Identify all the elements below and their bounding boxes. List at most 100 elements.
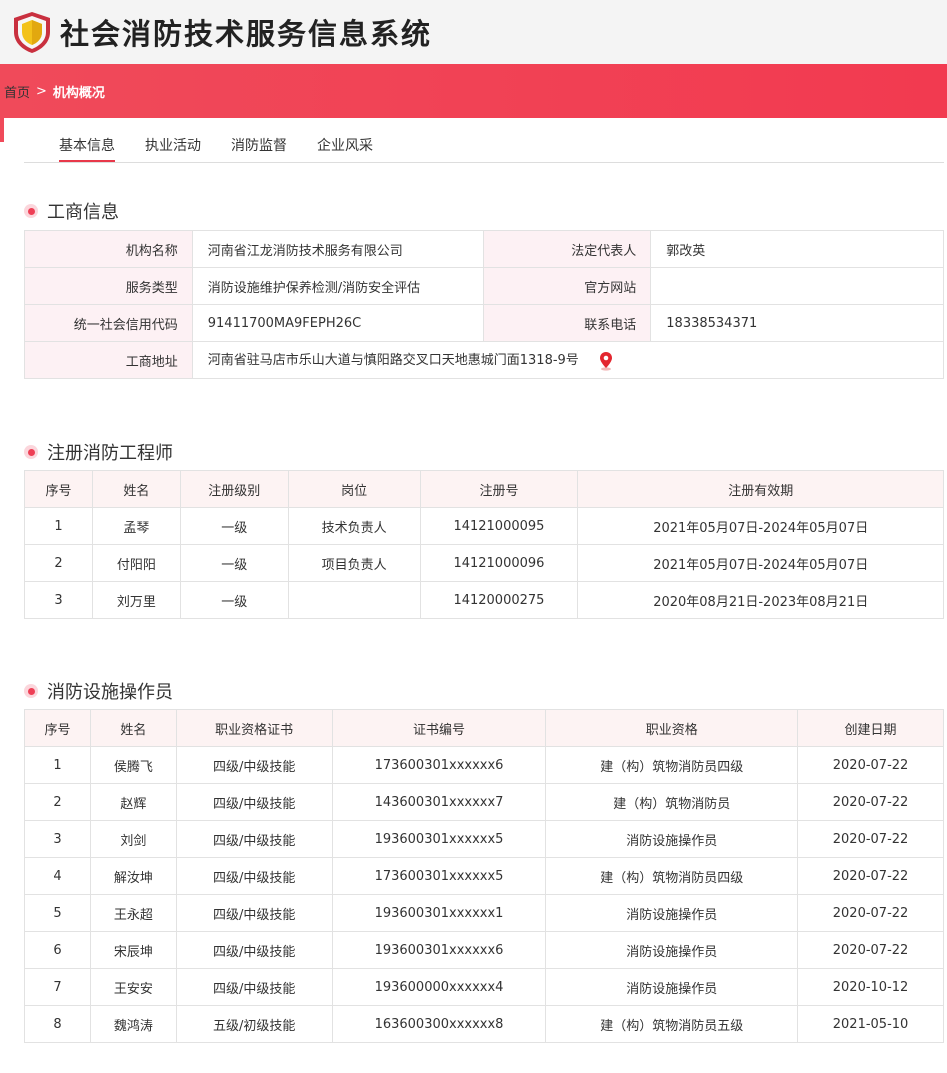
tab-practice-activities[interactable]: 执业活动 xyxy=(145,135,201,162)
website-value[interactable] xyxy=(650,267,944,305)
table-cell: 2020-07-22 xyxy=(797,783,944,821)
breadcrumb-separator: > xyxy=(36,83,47,99)
operators-table: 序号 姓名 职业资格证书 证书编号 职业资格 创建日期 1 侯腾飞 四级/中级技… xyxy=(24,709,944,1043)
table-cell: 侯腾飞 xyxy=(89,746,177,784)
table-row: 3 刘剑 四级/中级技能 193600301xxxxxx5 消防设施操作员 20… xyxy=(24,820,944,858)
table-cell: 2020-07-22 xyxy=(797,894,944,932)
column-header: 创建日期 xyxy=(797,709,944,747)
table-cell: 王永超 xyxy=(89,894,177,932)
table-cell: 消防设施操作员 xyxy=(545,894,799,932)
credit-code-label: 统一社会信用代码 xyxy=(24,304,193,342)
table-cell: 4 xyxy=(24,857,91,895)
dot-bullet-icon xyxy=(24,204,38,218)
engineers-table: 序号 姓名 注册级别 岗位 注册号 注册有效期 1 孟琴 一级 技术负责人 14… xyxy=(24,470,944,619)
table-row: 2 赵辉 四级/中级技能 143600301xxxxxx7 建（构）筑物消防员 … xyxy=(24,783,944,821)
table-cell: 一级 xyxy=(179,544,289,582)
tab-bar: 基本信息 执业活动 消防监督 企业风采 xyxy=(24,135,944,163)
table-cell: 1 xyxy=(24,507,93,545)
table-cell: 刘剑 xyxy=(89,820,177,858)
table-cell: 193600301xxxxxx6 xyxy=(331,931,547,969)
legal-rep-value: 郭改英 xyxy=(650,230,944,268)
table-cell: 一级 xyxy=(179,507,289,545)
table-cell: 建（构）筑物消防员 xyxy=(545,783,799,821)
table-cell: 163600300xxxxxx8 xyxy=(331,1005,547,1043)
breadcrumb-home-link[interactable]: 首页 xyxy=(4,82,30,101)
table-cell: 四级/中级技能 xyxy=(175,968,333,1006)
section-title: 消防设施操作员 xyxy=(47,682,173,703)
table-cell: 173600301xxxxxx6 xyxy=(331,746,547,784)
table-row: 6 宋辰坤 四级/中级技能 193600301xxxxxx6 消防设施操作员 2… xyxy=(24,931,944,969)
table-cell: 7 xyxy=(24,968,91,1006)
table-cell: 一级 xyxy=(179,581,289,619)
table-cell: 消防设施操作员 xyxy=(545,968,799,1006)
table-cell: 3 xyxy=(24,820,91,858)
credit-code-value: 91411700MA9FEPH26C xyxy=(191,304,484,342)
org-name-label: 机构名称 xyxy=(24,230,193,268)
top-header: 社会消防技术服务信息系统 xyxy=(0,0,947,64)
section-business-info: 工商信息 xyxy=(24,198,119,224)
table-cell: 2 xyxy=(24,783,91,821)
table-cell: 3 xyxy=(24,581,93,619)
table-cell: 14121000095 xyxy=(419,507,579,545)
table-cell: 193600301xxxxxx1 xyxy=(331,894,547,932)
dot-bullet-icon xyxy=(24,684,38,698)
table-row: 3 刘万里 一级 14120000275 2020年08月21日-2023年08… xyxy=(24,581,944,619)
column-header: 姓名 xyxy=(91,470,181,508)
tab-fire-supervision[interactable]: 消防监督 xyxy=(231,135,287,162)
column-header: 职业资格 xyxy=(545,709,799,747)
table-cell: 14120000275 xyxy=(419,581,579,619)
table-cell: 技术负责人 xyxy=(287,507,421,545)
table-cell: 2020-10-12 xyxy=(797,968,944,1006)
section-title: 注册消防工程师 xyxy=(47,443,173,464)
column-header: 职业资格证书 xyxy=(175,709,333,747)
table-cell: 1 xyxy=(24,746,91,784)
business-info-table: 机构名称 河南省江龙消防技术服务有限公司 法定代表人 郭改英 服务类型 消防设施… xyxy=(24,230,945,379)
table-cell: 孟琴 xyxy=(91,507,181,545)
address-label: 工商地址 xyxy=(24,341,193,379)
table-cell: 8 xyxy=(24,1005,91,1043)
table-cell: 143600301xxxxxx7 xyxy=(331,783,547,821)
phone-value: 18338534371 xyxy=(650,304,944,342)
table-cell: 宋辰坤 xyxy=(89,931,177,969)
table-cell: 14121000096 xyxy=(419,544,579,582)
table-cell xyxy=(287,581,421,619)
section-operators: 消防设施操作员 xyxy=(24,678,173,704)
table-cell: 五级/初级技能 xyxy=(175,1005,333,1043)
section-title: 工商信息 xyxy=(47,202,119,223)
table-cell: 王安安 xyxy=(89,968,177,1006)
column-header: 注册级别 xyxy=(179,470,289,508)
table-cell: 2020-07-22 xyxy=(797,857,944,895)
table-cell: 2021-05-10 xyxy=(797,1005,944,1043)
column-header: 注册号 xyxy=(419,470,579,508)
shield-logo-icon xyxy=(14,12,50,53)
table-cell: 2020年08月21日-2023年08月21日 xyxy=(577,581,944,619)
table-cell: 2020-07-22 xyxy=(797,931,944,969)
breadcrumb: 首页 > 机构概况 xyxy=(0,64,947,118)
table-row: 1 侯腾飞 四级/中级技能 173600301xxxxxx6 建（构）筑物消防员… xyxy=(24,746,944,784)
table-cell: 消防设施操作员 xyxy=(545,931,799,969)
column-header: 注册有效期 xyxy=(577,470,944,508)
map-pin-icon[interactable] xyxy=(599,351,613,371)
main-card: 基本信息 执业活动 消防监督 企业风采 工商信息 机构名称 河南省江龙消防技术服… xyxy=(4,118,947,1073)
table-cell: 四级/中级技能 xyxy=(175,857,333,895)
table-cell: 建（构）筑物消防员四级 xyxy=(545,746,799,784)
dot-bullet-icon xyxy=(24,445,38,459)
table-cell: 四级/中级技能 xyxy=(175,894,333,932)
service-type-label: 服务类型 xyxy=(24,267,193,305)
column-header: 证书编号 xyxy=(331,709,547,747)
address-value: 河南省驻马店市乐山大道与慎阳路交叉口天地惠城门面1318-9号 xyxy=(207,353,579,369)
tab-basic-info[interactable]: 基本信息 xyxy=(59,135,115,162)
table-row: 8 魏鸿涛 五级/初级技能 163600300xxxxxx8 建（构）筑物消防员… xyxy=(24,1005,944,1043)
table-cell: 赵辉 xyxy=(89,783,177,821)
table-cell: 魏鸿涛 xyxy=(89,1005,177,1043)
table-header-row: 序号 姓名 职业资格证书 证书编号 职业资格 创建日期 xyxy=(24,709,944,747)
phone-label: 联系电话 xyxy=(482,304,652,342)
table-cell: 项目负责人 xyxy=(287,544,421,582)
table-cell: 四级/中级技能 xyxy=(175,931,333,969)
address-cell: 河南省驻马店市乐山大道与慎阳路交叉口天地惠城门面1318-9号 xyxy=(191,341,945,379)
table-cell: 建（构）筑物消防员五级 xyxy=(545,1005,799,1043)
table-row: 7 王安安 四级/中级技能 193600000xxxxxx4 消防设施操作员 2… xyxy=(24,968,944,1006)
tab-company-showcase[interactable]: 企业风采 xyxy=(317,135,373,162)
org-name-value: 河南省江龙消防技术服务有限公司 xyxy=(191,230,484,268)
table-cell: 5 xyxy=(24,894,91,932)
